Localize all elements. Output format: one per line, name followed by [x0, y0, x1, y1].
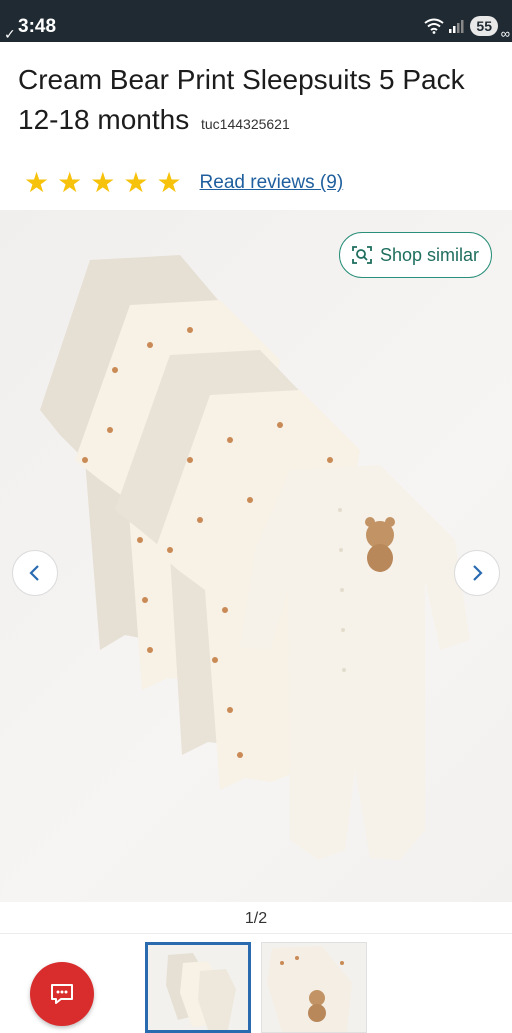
- wifi-icon: [424, 18, 445, 34]
- shop-similar-label: Shop similar: [379, 244, 479, 265]
- battery-indicator: 55: [470, 16, 498, 36]
- signal-icon: [449, 20, 464, 33]
- thumbnail-strip: [0, 934, 512, 1033]
- star-icon: ★: [90, 167, 116, 198]
- thumbnail-1[interactable]: [145, 942, 251, 1033]
- overflow-dots-icon: ∞: [500, 26, 510, 41]
- chevron-left-icon: [29, 565, 39, 581]
- star-icon: ★: [57, 167, 83, 198]
- visual-search-icon: [352, 246, 372, 264]
- thumbnail-2[interactable]: [261, 942, 367, 1033]
- next-image-button[interactable]: [454, 550, 500, 596]
- thumbnail-image: [267, 946, 352, 1032]
- star-icon: ★: [24, 167, 50, 198]
- status-time: 3:48: [18, 16, 57, 37]
- chevron-right-icon: [473, 565, 483, 581]
- previous-image-button[interactable]: [12, 550, 58, 596]
- read-reviews-link[interactable]: Read reviews (9): [200, 172, 344, 194]
- chat-icon: [51, 984, 73, 1004]
- rating-row: ★ ★ ★ ★ ★ Read reviews (9): [24, 166, 343, 200]
- star-icon: ★: [156, 167, 182, 198]
- status-bar: ✓ 3:48 55 ∞: [0, 0, 512, 42]
- product-sku: tuc144325621: [201, 116, 290, 132]
- thumbnail-image: [166, 953, 236, 1030]
- sleepsuits-illustration: [40, 255, 470, 860]
- notification-icon: ✓: [4, 26, 16, 42]
- shop-similar-button[interactable]: Shop similar: [338, 232, 492, 278]
- product-title: Cream Bear Print Sleepsuits 5 Pack 12-18…: [18, 60, 498, 144]
- product-image[interactable]: Shop similar: [0, 210, 512, 902]
- status-icons: 55: [424, 16, 498, 36]
- chat-button[interactable]: [30, 962, 94, 1026]
- star-icon: ★: [123, 167, 149, 198]
- image-counter: 1/2: [0, 904, 512, 934]
